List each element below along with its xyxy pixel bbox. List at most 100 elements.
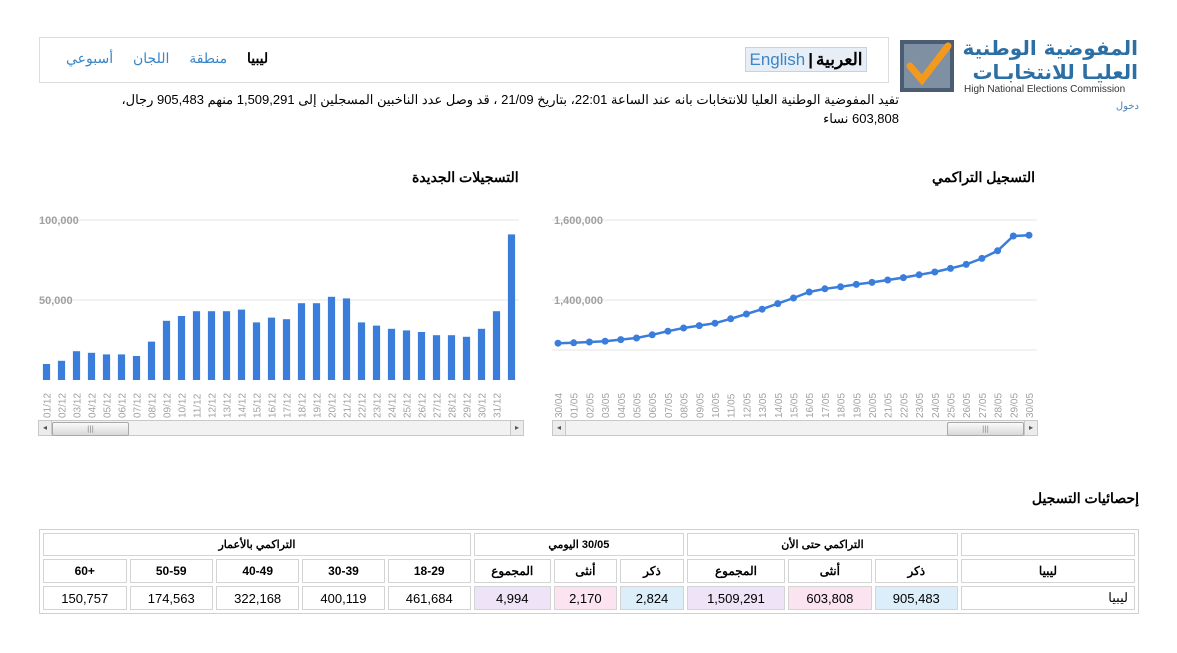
data-point: [680, 324, 688, 332]
scroll-left-arrow-icon[interactable]: ◂: [553, 421, 566, 435]
x-tick-label: 02/12: [58, 393, 69, 418]
scroll-right-arrow-icon[interactable]: ▸: [510, 421, 523, 435]
data-point: [852, 280, 860, 288]
x-tick-label: 29/12: [463, 393, 474, 418]
data-point: [931, 268, 939, 276]
x-tick-label: 21/12: [343, 393, 354, 418]
bar: [207, 311, 216, 380]
x-tick-label: 14/05: [774, 393, 785, 418]
x-tick-label: 09/12: [163, 393, 174, 418]
x-tick-label: 12/12: [208, 393, 219, 418]
x-tick-label: 13/12: [223, 393, 234, 418]
cell-age-60-plus: 150,757: [43, 586, 127, 610]
bar: [327, 296, 336, 380]
login-link[interactable]: دخول: [1116, 101, 1139, 112]
header-by-age: التراكمي بالأعمار: [43, 533, 471, 556]
lang-separator: |: [808, 50, 814, 69]
cell-day-male: 2,824: [620, 586, 684, 610]
col-age-60-plus: +60: [43, 559, 127, 583]
nav-item-weekly[interactable]: أسبوعي: [66, 50, 113, 66]
logo-english-text: High National Elections Commission: [964, 84, 1126, 95]
x-tick-label: 07/05: [664, 393, 675, 418]
col-age-18-29: 18-29: [387, 559, 471, 583]
col-cum-male: ذكر: [874, 559, 958, 583]
logo-arabic-line2: العليـا للانتخابـات: [972, 60, 1138, 84]
scrollbar-thumb[interactable]: |||: [52, 422, 129, 436]
x-tick-label: 15/12: [253, 393, 264, 418]
x-tick-label: 20/05: [868, 393, 879, 418]
nav-item-region[interactable]: منطقة: [189, 50, 227, 66]
data-point: [695, 322, 703, 330]
bar: [462, 336, 471, 380]
x-tick-label: 15/05: [790, 393, 801, 418]
bar: [72, 351, 81, 380]
data-point: [633, 334, 640, 342]
x-tick-label: 30/05: [1025, 393, 1036, 418]
data-point: [617, 336, 625, 344]
nav-item-committees[interactable]: اللجان: [133, 50, 169, 66]
bar: [42, 364, 51, 380]
lang-english-link[interactable]: English: [750, 50, 806, 69]
daily-registrations-chart: 100,000 50,000 01/12 02/12 03/12 04/12 05/12 06…: [39, 215, 519, 418]
cell-cum-male: 905,483: [874, 586, 958, 610]
x-tick-label: 13/05: [758, 393, 769, 418]
bar: [102, 354, 111, 380]
data-point: [774, 300, 782, 308]
x-tick-label: 18/12: [298, 393, 309, 418]
data-point: [978, 254, 986, 262]
bar: [177, 316, 186, 380]
scroll-left-arrow-icon[interactable]: ◂: [39, 421, 52, 435]
bar: [147, 341, 156, 380]
data-point: [711, 319, 719, 327]
col-cum-total: المجموع: [686, 559, 786, 583]
data-point: [868, 278, 876, 286]
bar: [267, 317, 276, 380]
y-tick-label: 50,000: [39, 295, 73, 307]
data-point: [821, 285, 829, 293]
bar: [252, 322, 261, 380]
cell-day-female: 2,170: [553, 586, 618, 610]
x-tick-label: 19/05: [852, 393, 863, 418]
col-age-40-49: 40-49: [215, 559, 300, 583]
x-tick-label: 20/12: [328, 393, 339, 418]
cell-age-30-39: 400,119: [302, 586, 385, 610]
table-header-row: التراكمي حتى الأن 30/05 اليومي التراكمي …: [43, 533, 1135, 556]
table-row: ليبيا 905,483 603,808 1,509,291 2,824 2,…: [43, 586, 1135, 610]
x-tick-label: 23/12: [373, 393, 384, 418]
bar: [312, 303, 321, 380]
x-tick-label: 17/12: [283, 393, 294, 418]
daily-chart-scrollbar[interactable]: ◂ ||| ▸: [38, 420, 524, 436]
col-cum-female: أنثى: [788, 559, 872, 583]
x-tick-label: 28/12: [448, 393, 459, 418]
bar: [387, 328, 396, 380]
x-tick-label: 26/12: [418, 393, 429, 418]
data-point: [554, 339, 562, 347]
data-point: [727, 315, 735, 323]
data-point: [790, 294, 797, 302]
lang-arabic-link[interactable]: العربية: [816, 50, 862, 69]
scroll-right-arrow-icon[interactable]: ▸: [1024, 421, 1037, 435]
x-tick-label: 04/05: [617, 393, 628, 418]
x-tick-label: 04/12: [88, 393, 99, 418]
x-tick-label: 10/12: [178, 393, 189, 418]
y-tick-label: 1,600,000: [554, 215, 603, 227]
hnec-logo[interactable]: المفوضية الوطنية العليـا للانتخابـات Hig…: [898, 36, 1142, 116]
header-empty-cell: [961, 533, 1135, 556]
bar: [192, 311, 201, 380]
x-tick-label: 18/05: [837, 393, 848, 418]
nav-item-libya[interactable]: ليبيا: [247, 50, 268, 66]
x-tick-label: 23/05: [915, 393, 926, 418]
scrollbar-thumb[interactable]: |||: [947, 422, 1024, 436]
x-tick-label: 25/05: [947, 393, 958, 418]
col-day-female: أنثى: [553, 559, 618, 583]
x-tick-label: 29/05: [1009, 393, 1020, 418]
bar: [132, 356, 141, 380]
x-tick-label: 08/05: [680, 393, 691, 418]
header-daily: 30/05 اليومي: [473, 533, 684, 556]
cumulative-chart-scrollbar[interactable]: ◂ ||| ▸: [552, 420, 1038, 436]
language-switcher: English | العربية: [745, 47, 867, 72]
x-tick-label: 30/12: [478, 393, 489, 418]
bar: [432, 335, 441, 380]
x-tick-label: 26/05: [962, 393, 973, 418]
data-point: [994, 247, 1002, 255]
